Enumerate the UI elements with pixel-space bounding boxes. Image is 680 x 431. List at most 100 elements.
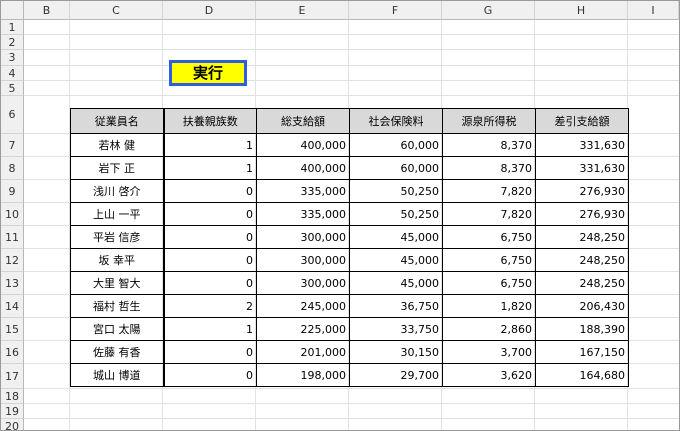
row-header-17[interactable]: 17 bbox=[1, 364, 24, 389]
cell-tax[interactable]: 6,750 bbox=[442, 248, 536, 272]
cell-social[interactable]: 33,750 bbox=[349, 317, 443, 341]
column-header-i[interactable]: I bbox=[628, 1, 679, 20]
cell-dependents[interactable]: 0 bbox=[163, 225, 257, 249]
row-header-9[interactable]: 9 bbox=[1, 180, 24, 203]
cell-gross[interactable]: 335,000 bbox=[256, 202, 350, 226]
cell-gross[interactable]: 300,000 bbox=[256, 271, 350, 295]
cell-tax[interactable]: 8,370 bbox=[442, 156, 536, 180]
cell-net[interactable]: 276,930 bbox=[535, 179, 629, 203]
header-net-pay[interactable]: 差引支給額 bbox=[535, 108, 629, 134]
row-header-2[interactable]: 2 bbox=[1, 35, 24, 50]
row-header-11[interactable]: 11 bbox=[1, 226, 24, 249]
cell-name[interactable]: 平岩 信彦 bbox=[70, 225, 165, 249]
cell-social[interactable]: 29,700 bbox=[349, 363, 443, 387]
cell-dependents[interactable]: 1 bbox=[163, 317, 257, 341]
row-header-8[interactable]: 8 bbox=[1, 157, 24, 180]
cell-net[interactable]: 167,150 bbox=[535, 340, 629, 364]
header-withholding-tax[interactable]: 源泉所得税 bbox=[442, 108, 536, 134]
cell-net[interactable]: 248,250 bbox=[535, 248, 629, 272]
column-header-h[interactable]: H bbox=[535, 1, 628, 20]
select-all-corner[interactable] bbox=[1, 1, 24, 20]
column-header-c[interactable]: C bbox=[70, 1, 163, 20]
cell-gross[interactable]: 300,000 bbox=[256, 225, 350, 249]
cell-tax[interactable]: 2,860 bbox=[442, 317, 536, 341]
row-header-3[interactable]: 3 bbox=[1, 50, 24, 66]
cell-dependents[interactable]: 1 bbox=[163, 156, 257, 180]
cell-tax[interactable]: 7,820 bbox=[442, 202, 536, 226]
column-header-g[interactable]: G bbox=[442, 1, 535, 20]
row-header-5[interactable]: 5 bbox=[1, 81, 24, 96]
cell-name[interactable]: 城山 博道 bbox=[70, 363, 165, 387]
cell-net[interactable]: 276,930 bbox=[535, 202, 629, 226]
cell-gross[interactable]: 225,000 bbox=[256, 317, 350, 341]
cell-dependents[interactable]: 0 bbox=[163, 363, 257, 387]
cell-dependents[interactable]: 1 bbox=[163, 133, 257, 157]
cell-name[interactable]: 坂 幸平 bbox=[70, 248, 165, 272]
cell-tax[interactable]: 8,370 bbox=[442, 133, 536, 157]
cell-net[interactable]: 331,630 bbox=[535, 133, 629, 157]
cell-tax[interactable]: 3,620 bbox=[442, 363, 536, 387]
header-employee-name[interactable]: 従業員名 bbox=[70, 108, 165, 134]
cell-net[interactable]: 188,390 bbox=[535, 317, 629, 341]
row-header-16[interactable]: 16 bbox=[1, 341, 24, 364]
cell-dependents[interactable]: 0 bbox=[163, 271, 257, 295]
cell-name[interactable]: 岩下 正 bbox=[70, 156, 165, 180]
run-button[interactable]: 実行 bbox=[169, 60, 247, 86]
cell-dependents[interactable]: 2 bbox=[163, 294, 257, 318]
cell-dependents[interactable]: 0 bbox=[163, 248, 257, 272]
cell-dependents[interactable]: 0 bbox=[163, 340, 257, 364]
header-social-insurance[interactable]: 社会保険料 bbox=[349, 108, 443, 134]
cell-name[interactable]: 佐藤 有香 bbox=[70, 340, 165, 364]
row-header-1[interactable]: 1 bbox=[1, 20, 24, 35]
cell-gross[interactable]: 400,000 bbox=[256, 133, 350, 157]
column-header-d[interactable]: D bbox=[163, 1, 256, 20]
cell-social[interactable]: 45,000 bbox=[349, 271, 443, 295]
cell-gross[interactable]: 201,000 bbox=[256, 340, 350, 364]
cell-name[interactable]: 上山 一平 bbox=[70, 202, 165, 226]
cell-social[interactable]: 45,000 bbox=[349, 225, 443, 249]
spreadsheet-grid[interactable]: B C D E F G H I 1 2 3 4 5 6 7 8 9 10 11 … bbox=[0, 0, 680, 431]
row-header-20[interactable]: 20 bbox=[1, 419, 24, 431]
cell-gross[interactable]: 198,000 bbox=[256, 363, 350, 387]
cell-social[interactable]: 36,750 bbox=[349, 294, 443, 318]
cell-dependents[interactable]: 0 bbox=[163, 179, 257, 203]
cell-social[interactable]: 30,150 bbox=[349, 340, 443, 364]
column-header-e[interactable]: E bbox=[256, 1, 349, 20]
cell-gross[interactable]: 245,000 bbox=[256, 294, 350, 318]
row-header-12[interactable]: 12 bbox=[1, 249, 24, 272]
header-gross-pay[interactable]: 総支給額 bbox=[256, 108, 350, 134]
cell-social[interactable]: 50,250 bbox=[349, 179, 443, 203]
cell-name[interactable]: 大里 智大 bbox=[70, 271, 165, 295]
column-header-f[interactable]: F bbox=[349, 1, 442, 20]
cell-tax[interactable]: 6,750 bbox=[442, 225, 536, 249]
cell-tax[interactable]: 3,700 bbox=[442, 340, 536, 364]
cell-gross[interactable]: 400,000 bbox=[256, 156, 350, 180]
cell-social[interactable]: 60,000 bbox=[349, 133, 443, 157]
row-header-10[interactable]: 10 bbox=[1, 203, 24, 226]
cell-social[interactable]: 50,250 bbox=[349, 202, 443, 226]
cell-name[interactable]: 福村 哲生 bbox=[70, 294, 165, 318]
row-header-19[interactable]: 19 bbox=[1, 404, 24, 419]
cell-tax[interactable]: 7,820 bbox=[442, 179, 536, 203]
cell-gross[interactable]: 300,000 bbox=[256, 248, 350, 272]
row-header-18[interactable]: 18 bbox=[1, 389, 24, 404]
header-dependents[interactable]: 扶養親族数 bbox=[163, 108, 257, 134]
row-header-7[interactable]: 7 bbox=[1, 134, 24, 157]
row-header-14[interactable]: 14 bbox=[1, 295, 24, 318]
cell-social[interactable]: 60,000 bbox=[349, 156, 443, 180]
cell-net[interactable]: 248,250 bbox=[535, 225, 629, 249]
row-header-6[interactable]: 6 bbox=[1, 96, 24, 134]
row-header-13[interactable]: 13 bbox=[1, 272, 24, 295]
cell-net[interactable]: 206,430 bbox=[535, 294, 629, 318]
cell-tax[interactable]: 1,820 bbox=[442, 294, 536, 318]
cell-net[interactable]: 164,680 bbox=[535, 363, 629, 387]
cell-net[interactable]: 248,250 bbox=[535, 271, 629, 295]
row-header-4[interactable]: 4 bbox=[1, 66, 24, 81]
cell-dependents[interactable]: 0 bbox=[163, 202, 257, 226]
cell-name[interactable]: 宮口 太陽 bbox=[70, 317, 165, 341]
cell-net[interactable]: 331,630 bbox=[535, 156, 629, 180]
row-header-15[interactable]: 15 bbox=[1, 318, 24, 341]
cell-gross[interactable]: 335,000 bbox=[256, 179, 350, 203]
cell-name[interactable]: 若林 健 bbox=[70, 133, 165, 157]
cell-social[interactable]: 45,000 bbox=[349, 248, 443, 272]
